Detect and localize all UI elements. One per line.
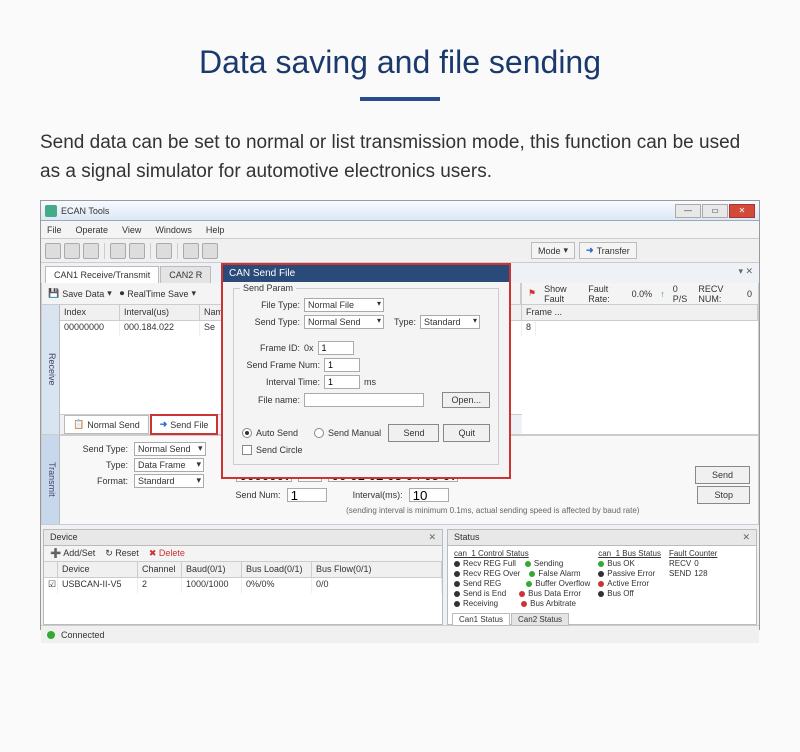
- col-index: Index: [60, 305, 120, 320]
- send-manual-radio[interactable]: [314, 428, 324, 438]
- fault-toolbar: ⚑ Show Fault Fault Rate:0.0% ↑ 0 P/S REC…: [521, 283, 759, 305]
- menu-operate[interactable]: Operate: [76, 225, 109, 235]
- recv-label: RECV NUM:: [698, 284, 739, 304]
- mode-button[interactable]: Mode ▾: [531, 242, 575, 259]
- frame-id-input[interactable]: [318, 341, 354, 355]
- open-button[interactable]: Open...: [442, 392, 490, 408]
- fault-rate: 0.0%: [632, 289, 653, 299]
- auto-send-radio[interactable]: [242, 428, 252, 438]
- file-type-select[interactable]: Normal File: [304, 298, 384, 312]
- file-name-input[interactable]: [304, 393, 424, 407]
- type-select[interactable]: Data Frame: [134, 458, 204, 472]
- titlebar: ECAN Tools — ▭ ✕: [41, 201, 759, 221]
- window-title: ECAN Tools: [61, 206, 109, 216]
- panel-close-icon[interactable]: ✕: [428, 532, 436, 543]
- transmit-side-tab[interactable]: Transmit: [42, 435, 60, 524]
- panel-close-icon[interactable]: ✕: [742, 532, 750, 543]
- tab-can1-status[interactable]: Can1 Status: [452, 613, 510, 626]
- transmit-note: (sending interval is minimum 0.1ms, actu…: [236, 506, 750, 515]
- tab-send-file[interactable]: ➜ Send File: [150, 414, 219, 435]
- dialog-quit-button[interactable]: Quit: [443, 424, 490, 442]
- connection-status: Connected: [61, 630, 105, 640]
- device-row[interactable]: ☑ USBCAN-II-V5 2 1000/1000 0%/0% 0/0: [44, 578, 442, 593]
- save-data-button[interactable]: 💾 Save Data ▾: [48, 288, 112, 299]
- send-type-select[interactable]: Normal Send: [304, 315, 384, 329]
- status-panel: Status✕ can_1 Control Status Recv REG Fu…: [447, 529, 757, 625]
- device-panel: Device✕ ➕ Add/Set ↻ Reset ✖ Delete Devic…: [43, 529, 443, 625]
- grid-row[interactable]: 8: [522, 321, 758, 336]
- menubar: File Operate View Windows Help: [41, 221, 759, 239]
- add-set-button[interactable]: ➕ Add/Set: [50, 548, 95, 559]
- tab-can2-status[interactable]: Can2 Status: [511, 613, 569, 626]
- send-button[interactable]: Send: [695, 466, 750, 484]
- send-type-select[interactable]: Normal Send: [134, 442, 206, 456]
- connection-indicator-icon: [47, 631, 55, 639]
- tabs-close-icon[interactable]: ▾ ✕: [738, 266, 753, 277]
- toolbar-icon[interactable]: [64, 243, 80, 259]
- menu-windows[interactable]: Windows: [155, 225, 192, 235]
- reset-button[interactable]: ↻ Reset: [105, 548, 139, 559]
- col-frame: Frame ...: [522, 305, 758, 320]
- page-description: Send data can be set to normal or list t…: [40, 129, 760, 186]
- can-send-file-dialog: CAN Send File Send Param File Type:Norma…: [221, 263, 511, 479]
- delete-button[interactable]: ✖ Delete: [149, 548, 185, 559]
- toolbar-icon[interactable]: [156, 243, 172, 259]
- statusbar: Connected: [41, 625, 759, 643]
- tab-can1[interactable]: CAN1 Receive/Transmit: [45, 266, 159, 283]
- title-underline: [360, 97, 440, 101]
- menu-file[interactable]: File: [47, 225, 62, 235]
- minimize-button[interactable]: —: [675, 204, 701, 218]
- recv-num: 0: [747, 289, 752, 299]
- toolbar: Mode ▾ ➜Transfer: [41, 239, 759, 263]
- tab-normal-send[interactable]: 📋 Normal Send: [64, 415, 149, 434]
- toolbar-icon[interactable]: [45, 243, 61, 259]
- receive-side-tab[interactable]: Receive: [42, 305, 60, 434]
- toolbar-icon[interactable]: [202, 243, 218, 259]
- interval-input[interactable]: [324, 375, 360, 389]
- transfer-button[interactable]: ➜Transfer: [579, 242, 637, 259]
- frame-type-select[interactable]: Standard: [420, 315, 480, 329]
- pps: 0 P/S: [673, 284, 691, 304]
- page-title: Data saving and file sending: [40, 44, 760, 81]
- dialog-send-button[interactable]: Send: [388, 424, 439, 442]
- toolbar-icon[interactable]: [83, 243, 99, 259]
- send-frame-num-input[interactable]: [324, 358, 360, 372]
- fault-rate-label: Fault Rate:: [588, 284, 623, 304]
- menu-view[interactable]: View: [122, 225, 141, 235]
- dialog-title: CAN Send File: [223, 265, 509, 282]
- stop-button[interactable]: Stop: [697, 486, 750, 504]
- maximize-button[interactable]: ▭: [702, 204, 728, 218]
- interval-input[interactable]: [409, 488, 449, 502]
- format-select[interactable]: Standard: [134, 474, 204, 488]
- toolbar-icon[interactable]: [110, 243, 126, 259]
- toolbar-icon[interactable]: [183, 243, 199, 259]
- app-icon: [45, 205, 57, 217]
- toolbar-icon[interactable]: [129, 243, 145, 259]
- close-button[interactable]: ✕: [729, 204, 755, 218]
- app-window: ECAN Tools — ▭ ✕ File Operate View Windo…: [40, 200, 760, 630]
- send-num-input[interactable]: [287, 488, 327, 502]
- send-circle-checkbox[interactable]: [242, 445, 252, 455]
- col-interval: Interval(us): [120, 305, 200, 320]
- tab-can2[interactable]: CAN2 R: [160, 266, 211, 283]
- show-fault-button[interactable]: Show Fault: [544, 284, 580, 304]
- realtime-save-button[interactable]: ⏺ RealTime Save ▾: [120, 288, 196, 299]
- menu-help[interactable]: Help: [206, 225, 225, 235]
